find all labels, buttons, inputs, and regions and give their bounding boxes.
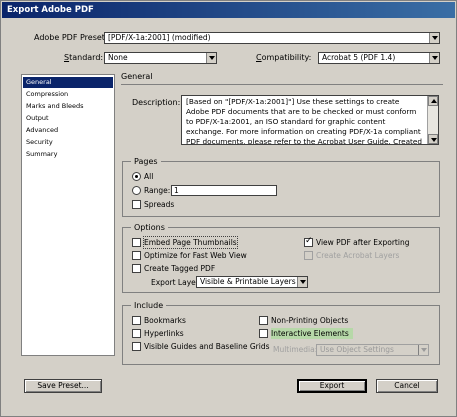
preset-label: Adobe PDF Preset:: [34, 33, 108, 42]
view-after-export-label: View PDF after Exporting: [316, 238, 410, 247]
dialog-title: Export Adobe PDF: [2, 2, 455, 18]
chevron-down-icon: [297, 277, 307, 287]
non-printing-label: Non-Printing Objects: [271, 316, 349, 325]
interactive-elements-label: Interactive Elements: [271, 328, 353, 339]
bookmarks-checkbox[interactable]: [132, 316, 141, 325]
all-pages-radio[interactable]: [132, 172, 141, 181]
chevron-down-icon: [429, 53, 439, 63]
sidebar-item-compression[interactable]: Compression: [23, 89, 113, 100]
description-text: [Based on "[PDF/X-1a:2001]"] Use these s…: [186, 97, 423, 145]
preset-dropdown[interactable]: [PDF/X-1a:2001] (modified): [104, 32, 440, 44]
chevron-down-icon: [206, 53, 216, 63]
chevron-down-icon: [418, 345, 428, 355]
visible-guides-label: Visible Guides and Baseline Grids: [144, 342, 270, 351]
range-radio[interactable]: [132, 186, 141, 195]
embed-thumbnails-checkbox[interactable]: [132, 238, 141, 247]
description-box[interactable]: [Based on "[PDF/X-1a:2001]"] Use these s…: [181, 95, 439, 145]
bookmarks-label: Bookmarks: [144, 316, 186, 325]
multimedia-value: Use Object Settings: [320, 345, 394, 354]
description-label: Description:: [132, 98, 181, 107]
sidebar-item-security[interactable]: Security: [23, 137, 113, 148]
compatibility-value: Acrobat 5 (PDF 1.4): [322, 53, 396, 62]
sidebar-item-general[interactable]: General: [23, 77, 113, 88]
save-preset-button[interactable]: Save Preset...: [24, 379, 102, 393]
scroll-down-icon[interactable]: [428, 134, 438, 144]
range-input[interactable]: 1: [171, 185, 277, 196]
preset-value: [PDF/X-1a:2001] (modified): [108, 33, 211, 42]
include-title: Include: [131, 300, 167, 311]
embed-thumbnails-label: Embed Page Thumbnails: [143, 236, 238, 249]
standard-value: None: [108, 53, 128, 62]
optimize-web-checkbox[interactable]: [132, 251, 141, 260]
range-label: Range:: [144, 186, 171, 195]
export-layers-dropdown[interactable]: Visible & Printable Layers: [196, 276, 308, 288]
hyperlinks-checkbox[interactable]: [132, 329, 141, 338]
create-layers-checkbox[interactable]: [304, 251, 313, 260]
all-pages-label: All: [144, 172, 154, 181]
tagged-pdf-label: Create Tagged PDF: [144, 264, 216, 273]
options-title: Options: [131, 222, 168, 233]
interactive-elements-checkbox[interactable]: [259, 329, 268, 338]
sidebar-item-advanced[interactable]: Advanced: [23, 125, 113, 136]
standard-dropdown[interactable]: None: [104, 52, 217, 64]
pages-title: Pages: [131, 156, 161, 167]
create-layers-label: Create Acrobat Layers: [316, 251, 400, 260]
compatibility-dropdown[interactable]: Acrobat 5 (PDF 1.4): [318, 52, 440, 64]
chevron-down-icon: [429, 33, 439, 43]
sidebar-item-output[interactable]: Output: [23, 113, 113, 124]
tagged-pdf-checkbox[interactable]: [132, 264, 141, 273]
hyperlinks-label: Hyperlinks: [144, 329, 184, 338]
multimedia-label: Multimedia:: [273, 345, 318, 354]
visible-guides-checkbox[interactable]: [132, 342, 141, 351]
export-button[interactable]: Export: [297, 379, 367, 393]
sidebar-item-marks-and-bleeds[interactable]: Marks and Bleeds: [23, 101, 113, 112]
optimize-web-label: Optimize for Fast Web View: [144, 251, 247, 260]
view-after-export-checkbox[interactable]: [304, 236, 313, 247]
compatibility-label: Compatibility:: [256, 53, 312, 62]
export-pdf-dialog: Export Adobe PDF Adobe PDF Preset: [PDF/…: [0, 0, 457, 417]
export-layers-value: Visible & Printable Layers: [200, 277, 296, 286]
cancel-button[interactable]: Cancel: [376, 379, 438, 393]
description-scrollbar[interactable]: [427, 96, 438, 144]
panel-title: General: [121, 70, 443, 85]
non-printing-checkbox[interactable]: [259, 316, 268, 325]
category-list: General Compression Marks and Bleeds Out…: [21, 74, 115, 356]
multimedia-dropdown[interactable]: Use Object Settings: [316, 344, 429, 356]
spreads-checkbox[interactable]: [132, 200, 141, 209]
sidebar-item-summary[interactable]: Summary: [23, 149, 113, 160]
scroll-up-icon[interactable]: [428, 96, 438, 106]
standard-label: Standard:: [64, 53, 104, 62]
spreads-label: Spreads: [144, 200, 175, 209]
